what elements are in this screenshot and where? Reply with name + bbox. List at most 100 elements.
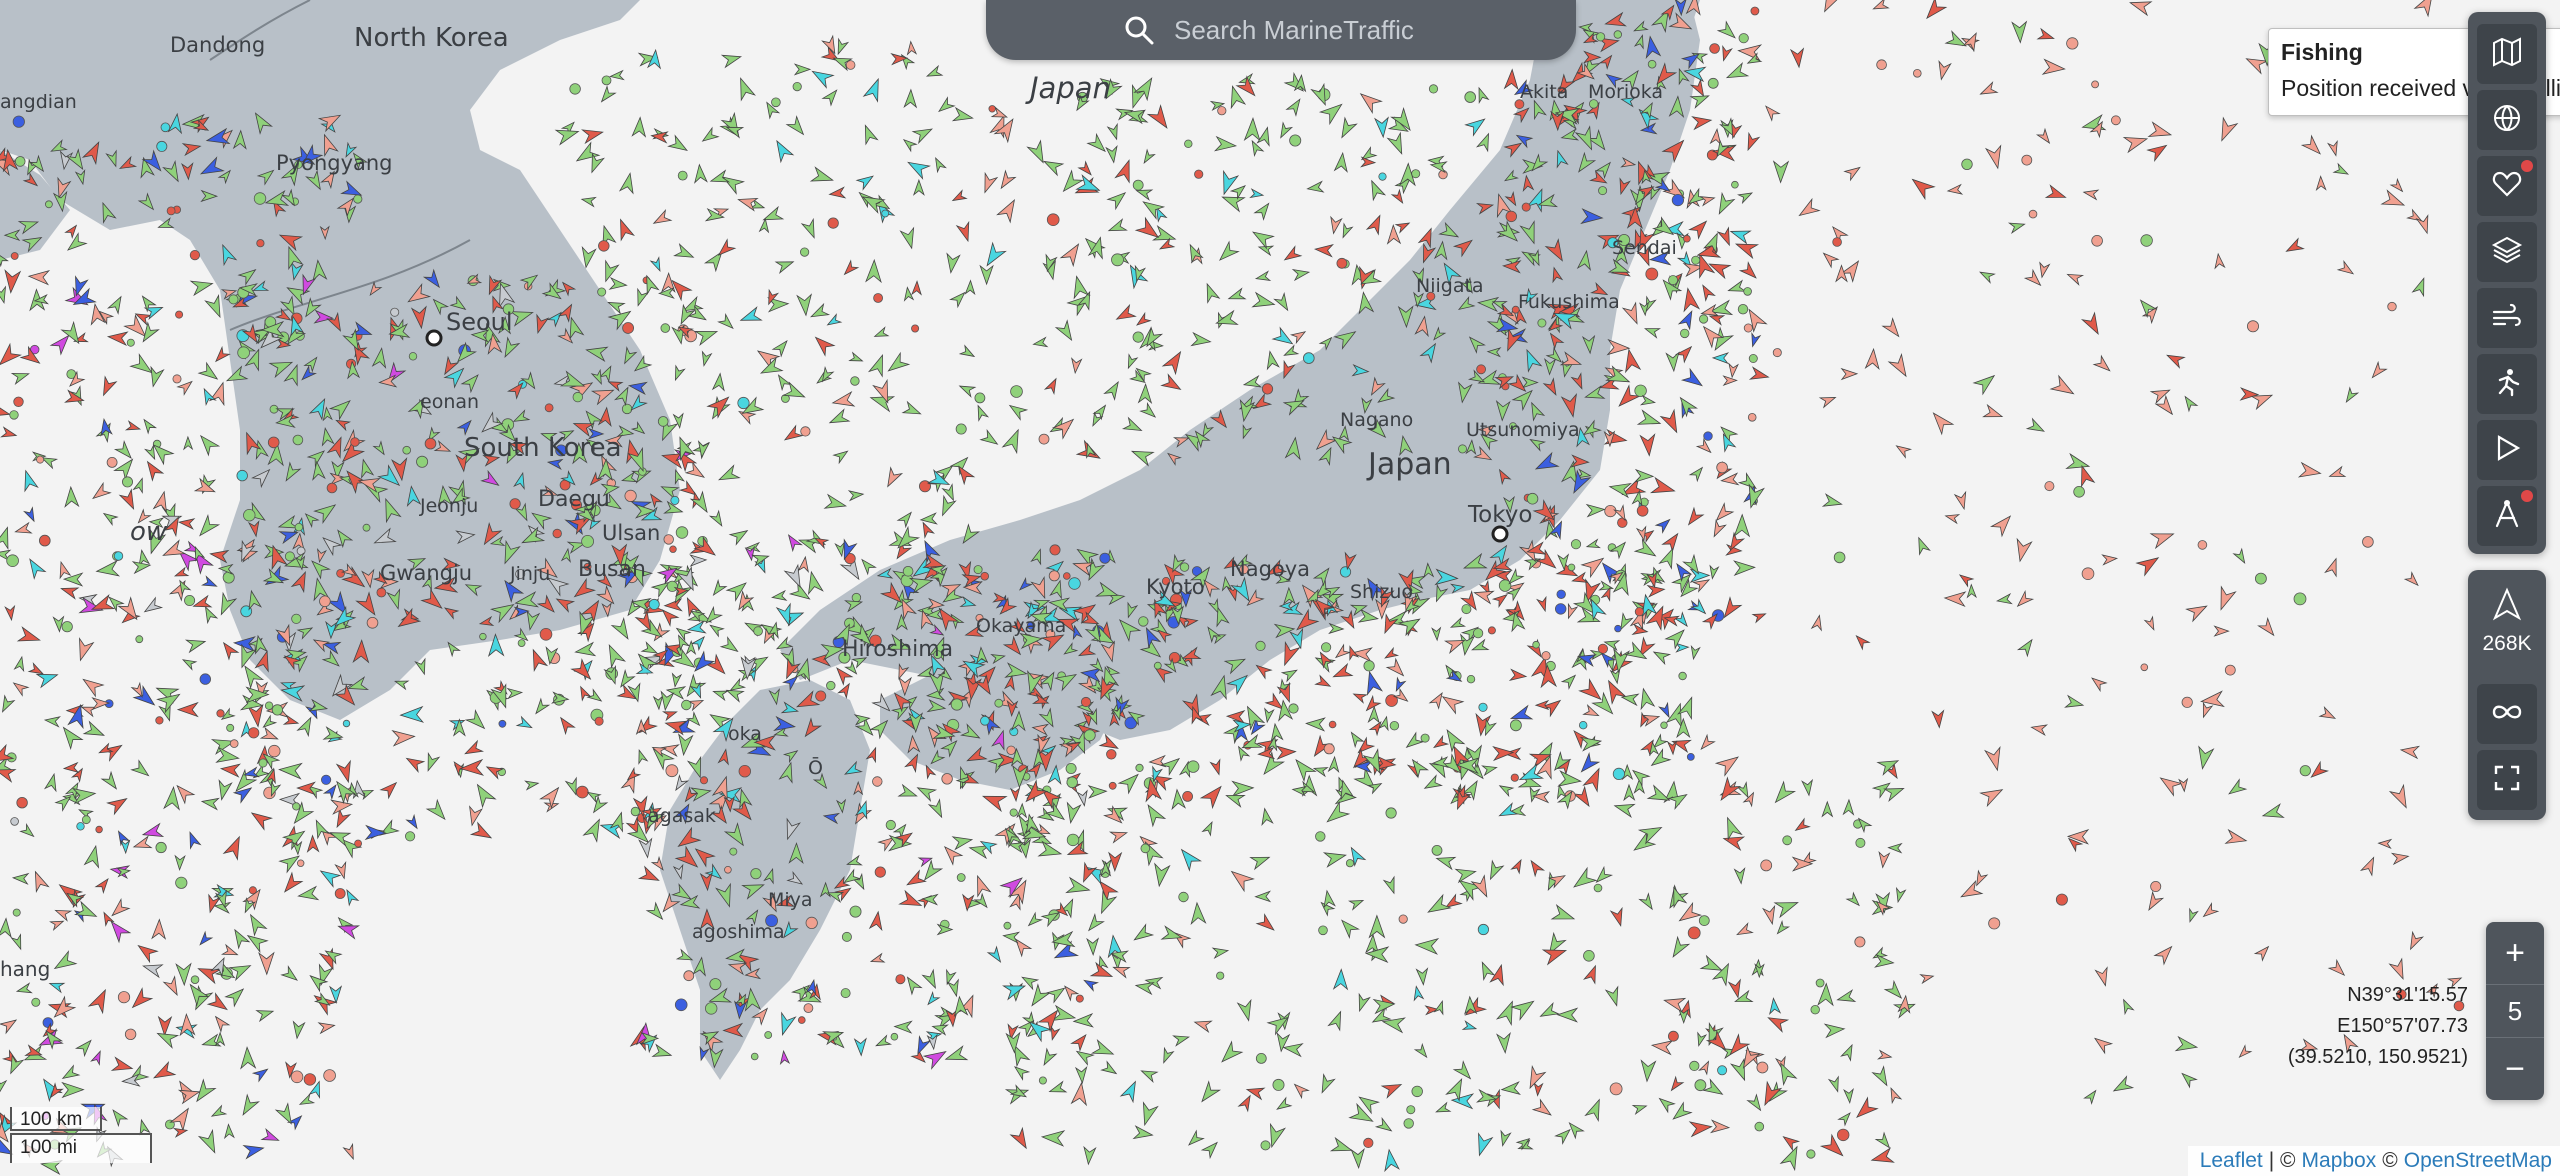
vessel-marker[interactable] [750,1052,759,1061]
vessel-marker[interactable] [271,704,283,716]
vessel-marker[interactable] [1668,275,1679,286]
vessel-marker[interactable] [1083,729,1096,742]
vessel-marker[interactable] [1686,753,1695,761]
vessel-marker[interactable] [941,773,953,785]
vessel-marker[interactable] [552,528,562,539]
vessel-marker[interactable] [156,140,168,152]
vessel-marker[interactable] [1832,237,1842,247]
vessel-marker[interactable] [38,534,51,547]
vessel-marker[interactable] [1184,139,1193,148]
vessel-marker[interactable] [155,716,164,725]
vessel-marker[interactable] [1140,843,1151,854]
vessel-marker[interactable] [1854,936,1866,948]
vessel-marker[interactable] [2055,893,2068,906]
vessel-marker[interactable] [1660,721,1668,729]
vessel-marker[interactable] [1261,383,1274,395]
vessel-marker[interactable] [1272,1078,1285,1091]
vessel-marker[interactable] [2254,572,2267,585]
vessel-marker[interactable] [1048,570,1060,582]
vessel-marker[interactable] [258,758,268,768]
vessel-marker[interactable] [1075,994,1084,1003]
vessel-marker[interactable] [416,455,429,468]
vessel-marker[interactable] [1428,84,1439,94]
vessel-marker[interactable] [1216,971,1225,980]
vessel-marker[interactable] [9,410,19,420]
vessel-marker[interactable] [1106,749,1117,760]
map-type-button[interactable] [2477,24,2537,84]
vessel-marker[interactable] [319,595,331,608]
vessel-marker[interactable] [1961,158,1973,171]
vessel-marker[interactable] [1541,651,1551,661]
vessel-marker[interactable] [253,192,267,205]
vessel-marker[interactable] [980,571,989,581]
vessel-marker[interactable] [1323,743,1335,755]
vessel-marker[interactable] [1747,412,1757,422]
vessel-marker[interactable] [190,975,200,984]
vessel-marker[interactable] [1461,604,1472,615]
vessel-marker[interactable] [390,307,400,317]
vessel-marker[interactable] [544,403,554,413]
vessel-marker[interactable] [12,908,21,917]
vessel-marker[interactable] [1411,169,1421,179]
vessel-marker[interactable] [498,719,507,728]
vessel-marker[interactable] [890,1032,899,1041]
vessel-marker[interactable] [2110,115,2121,126]
favorites-button[interactable] [2477,156,2537,216]
vessel-marker[interactable] [1065,763,1077,775]
vessel-marker[interactable] [76,822,85,831]
vessel-marker[interactable] [1668,1030,1679,1042]
vessel-marker[interactable] [303,1073,317,1086]
vessel-marker[interactable] [2140,234,2153,247]
vessel-marker[interactable] [1315,831,1326,842]
vessel-marker[interactable] [677,170,688,181]
vessel-marker[interactable] [1289,134,1302,147]
vessel-marker[interactable] [1477,923,1490,936]
vessel-marker[interactable] [2362,536,2374,548]
vessel-marker[interactable] [13,396,24,408]
vessel-marker[interactable] [753,626,763,636]
vessel-marker[interactable] [42,1017,54,1028]
vessel-marker[interactable] [479,632,487,641]
vessel-marker[interactable] [666,580,678,592]
vessel-marker[interactable] [1760,859,1773,872]
vessel-marker[interactable] [402,445,412,455]
vessel-marker[interactable] [353,194,363,204]
vessel-marker[interactable] [973,565,983,575]
vessel-marker[interactable] [581,535,594,548]
vessel-marker[interactable] [113,551,124,561]
vessel-marker[interactable] [797,1016,806,1024]
vessel-marker[interactable] [199,673,212,685]
vessel-marker[interactable] [1108,781,1117,790]
vessel-marker[interactable] [2028,209,2038,219]
vessel-marker[interactable] [826,680,836,691]
vessel-marker[interactable] [243,509,256,522]
vessel-marker[interactable] [630,806,641,817]
vessel-marker[interactable] [1772,348,1782,358]
mapbox-link[interactable]: Mapbox [2302,1149,2377,1173]
leaflet-link[interactable]: Leaflet [2200,1149,2263,1173]
vessel-marker[interactable] [1699,314,1709,324]
vessel-marker[interactable] [849,905,862,918]
vessel-marker[interactable] [709,978,722,991]
zoom-out-button[interactable]: − [2486,1042,2544,1096]
vessel-marker[interactable] [1833,551,1846,564]
vessel-marker[interactable] [1003,921,1012,930]
vessel-marker[interactable] [1691,255,1701,265]
vessel-marker[interactable] [1598,186,1608,196]
vessel-marker[interactable] [1743,323,1753,333]
vessel-marker[interactable] [342,719,351,728]
vessel-marker[interactable] [624,489,637,502]
vessel-marker[interactable] [669,545,677,553]
vessel-marker[interactable] [228,294,239,305]
vessel-marker[interactable] [376,587,387,598]
vessel-marker[interactable] [1363,660,1375,672]
vessel-marker[interactable] [1876,59,1887,70]
vessel-marker[interactable] [1178,891,1189,903]
vessel-marker[interactable] [1609,1082,1623,1096]
vessel-marker[interactable] [980,715,990,726]
vessel-marker[interactable] [1510,719,1522,732]
vessel-marker[interactable] [670,495,680,505]
vessel-marker[interactable] [1743,287,1752,296]
vessel-marker[interactable] [750,868,762,880]
vessel-marker[interactable] [1378,172,1387,181]
